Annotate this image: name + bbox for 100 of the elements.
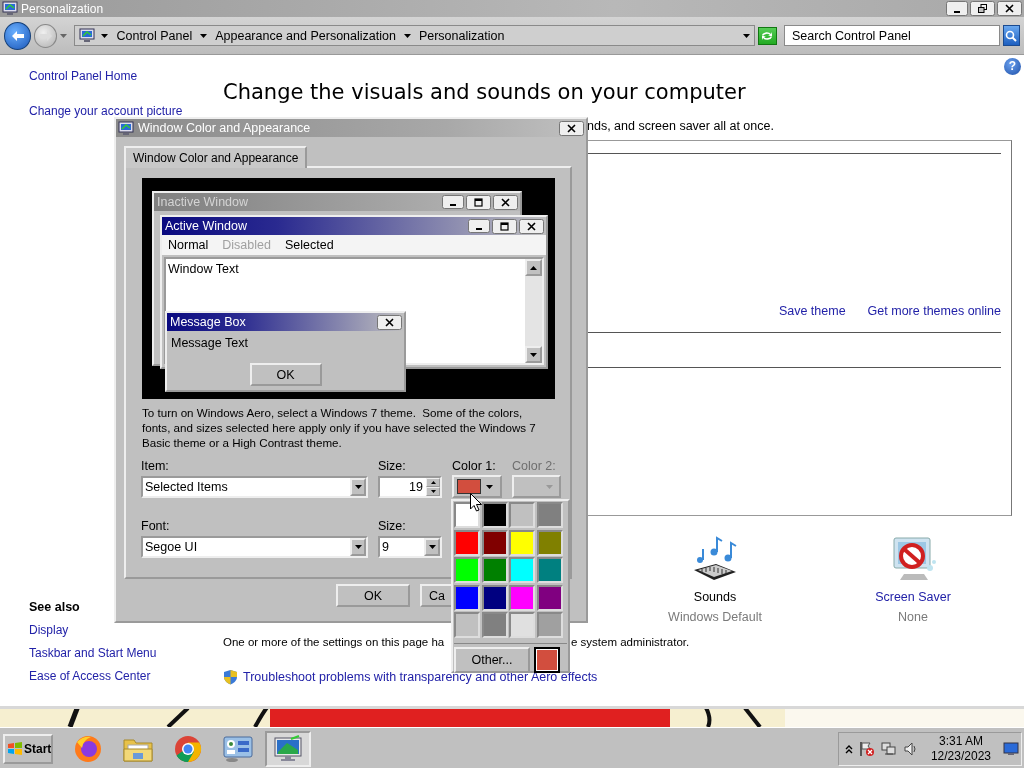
scroll-up-button[interactable] <box>525 259 542 276</box>
scroll-down-button[interactable] <box>525 346 542 363</box>
close-button[interactable] <box>559 120 584 136</box>
setting-link[interactable]: Screen Saver <box>875 590 951 605</box>
search-button[interactable] <box>1002 25 1020 46</box>
search-field[interactable]: Search Control Panel <box>784 25 1000 46</box>
notice-text: e system administrator. <box>571 635 690 650</box>
breadcrumb-item[interactable]: Personalization <box>416 28 507 43</box>
close-icon <box>527 221 536 231</box>
caret-icon <box>200 33 208 38</box>
arrow-up-icon <box>430 481 436 484</box>
color-swatch[interactable] <box>536 502 563 528</box>
color-swatch[interactable] <box>536 529 563 556</box>
sidebar-link[interactable]: Control Panel Home <box>29 69 223 84</box>
color-swatch[interactable] <box>509 612 535 638</box>
minimize-icon <box>954 10 960 13</box>
color-swatch[interactable] <box>509 584 535 611</box>
cancel-button[interactable]: Ca <box>420 584 451 607</box>
close-button[interactable] <box>519 218 544 234</box>
show-hidden-icons-button[interactable] <box>844 743 853 754</box>
font-size-dropdown[interactable]: 9 <box>378 536 442 558</box>
color-swatch[interactable] <box>509 529 535 556</box>
volume-button[interactable] <box>902 740 919 757</box>
menu-item[interactable]: Selected <box>284 238 334 252</box>
dropdown-button[interactable] <box>350 478 366 496</box>
color-swatch[interactable] <box>536 584 563 611</box>
restore-icon <box>978 4 987 13</box>
color-swatch[interactable] <box>454 557 480 583</box>
close-button[interactable] <box>493 194 518 210</box>
field-label: Item: <box>141 459 170 473</box>
caret-icon <box>354 485 362 489</box>
size-spinner[interactable]: 19 <box>378 476 442 498</box>
ok-button[interactable]: OK <box>249 363 322 386</box>
dialog-title: Window Color and Appearance <box>138 121 312 135</box>
sidebar-link[interactable]: Change your account picture <box>29 104 223 119</box>
sidebar-link[interactable]: Ease of Access Center <box>29 669 223 684</box>
breadcrumb-item[interactable]: Appearance and Personalization <box>213 28 398 43</box>
minimize-button[interactable] <box>442 195 464 209</box>
color-swatch[interactable] <box>536 557 563 583</box>
color-swatch[interactable] <box>454 612 480 638</box>
other-colors-button[interactable]: Other... <box>454 647 530 673</box>
color-swatch[interactable] <box>481 612 508 638</box>
start-button[interactable]: Start <box>3 733 53 764</box>
chevron-up-icon <box>844 743 853 754</box>
close-button[interactable] <box>377 314 402 330</box>
sidebar-link[interactable]: Taskbar and Start Menu <box>29 646 223 661</box>
window-title: Personalization <box>21 1 105 16</box>
color-swatch[interactable] <box>536 612 563 638</box>
sidebar-link[interactable]: Display <box>29 623 223 638</box>
notice-text: One or more of the settings on this page ha <box>223 635 446 650</box>
minimize-icon <box>476 228 482 230</box>
field-label: Size: <box>378 459 407 473</box>
font-dropdown[interactable]: Segoe UI <box>141 536 368 558</box>
breadcrumb-item[interactable]: Control Panel <box>114 28 195 43</box>
setting-label[interactable]: Sounds <box>693 590 737 605</box>
maximize-button[interactable] <box>492 218 517 234</box>
action-center-button[interactable] <box>858 740 875 757</box>
network-button[interactable] <box>880 740 897 757</box>
maximize-button[interactable] <box>466 194 491 210</box>
color-swatch[interactable] <box>509 502 535 528</box>
taskbar-app-button[interactable] <box>265 730 311 767</box>
window-icon <box>2 1 18 16</box>
arrow-up-icon <box>530 265 537 270</box>
address-field[interactable]: Control Panel Appearance and Personalization Personalization <box>74 25 755 46</box>
theme-link[interactable]: Get more themes online <box>867 304 1001 319</box>
cursor-icon <box>470 493 482 512</box>
refresh-button[interactable] <box>757 26 777 45</box>
ok-button[interactable]: OK <box>336 584 410 607</box>
color-swatch[interactable] <box>481 557 508 583</box>
close-icon <box>501 197 510 207</box>
color-swatch[interactable] <box>481 502 508 528</box>
tab[interactable]: Window Color and Appearance <box>124 146 308 168</box>
browser-icon <box>73 733 103 764</box>
theme-link[interactable]: Save theme <box>778 304 846 319</box>
dropdown-button[interactable] <box>350 538 366 556</box>
minimize-button[interactable] <box>946 1 968 16</box>
field-label: Size: <box>378 519 407 533</box>
item-dropdown[interactable]: Selected Items <box>141 476 368 498</box>
menu-item[interactable]: Normal <box>168 238 209 252</box>
color-swatch[interactable] <box>481 584 508 611</box>
scrollbar[interactable] <box>525 259 542 363</box>
color-swatch[interactable] <box>454 584 480 611</box>
color-swatch[interactable] <box>454 529 480 556</box>
spin-up-button[interactable] <box>426 478 440 487</box>
minimize-button[interactable] <box>468 219 490 233</box>
color-picker-button[interactable] <box>452 475 502 498</box>
back-button[interactable] <box>4 21 32 50</box>
minimize-icon <box>450 204 456 206</box>
caret-icon <box>403 33 411 38</box>
color-swatch[interactable] <box>509 557 535 583</box>
arrow-down-icon <box>530 352 537 357</box>
color-swatch[interactable] <box>481 529 508 556</box>
close-icon <box>1005 4 1014 13</box>
dropdown-button[interactable] <box>424 538 440 556</box>
restore-button[interactable] <box>970 1 995 16</box>
show-desktop-button[interactable] <box>1003 741 1019 756</box>
spin-down-button[interactable] <box>426 487 440 496</box>
caret-icon <box>101 33 109 38</box>
arrow-down-icon <box>430 490 436 493</box>
close-button[interactable] <box>997 1 1022 16</box>
